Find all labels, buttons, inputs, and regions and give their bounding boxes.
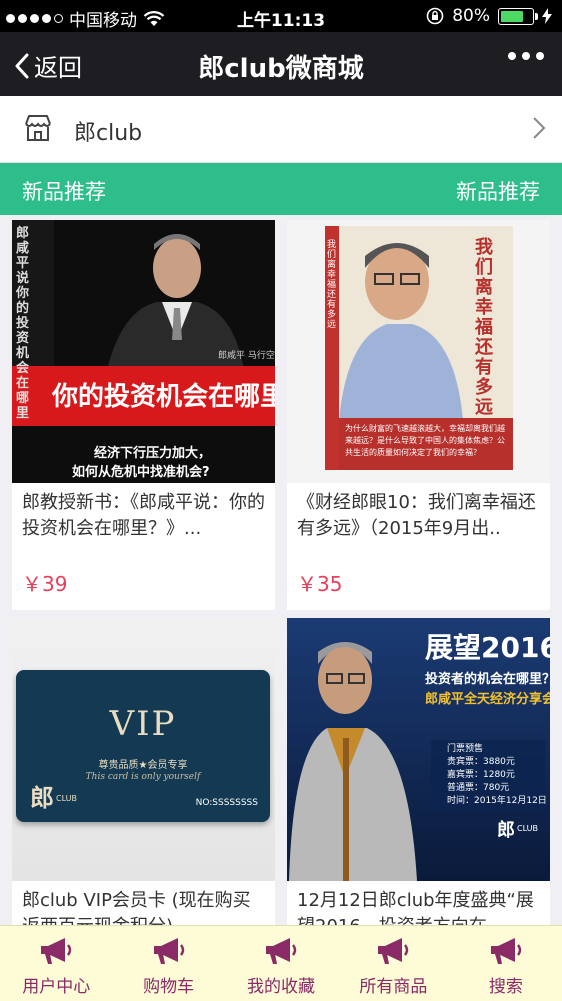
tab-label: 所有商品	[359, 977, 428, 997]
chevron-right-icon	[533, 117, 546, 139]
section-more-link[interactable]: 新品推荐	[456, 176, 540, 206]
battery-percent: 80%	[452, 6, 490, 26]
tab-cart[interactable]: 购物车	[112, 926, 224, 1001]
tab-favorites[interactable]: 我的收藏	[225, 926, 337, 1001]
book-cover-spine: 我们离幸福还有多远	[327, 240, 337, 330]
product-title: 郎club VIP会员卡 (现在购买返两百元现金积分)	[22, 890, 251, 925]
product-title: 《财经郎眼10：我们离幸福还有多远》（2015年9月出..	[297, 492, 536, 539]
tab-label: 用户中心	[22, 977, 91, 997]
bottom-tab-bar: 用户中心 购物车 我的收藏 所有商品 搜索	[0, 925, 562, 1001]
shop-name: 郎club	[74, 121, 143, 146]
event-logo-sub: CLUB	[517, 824, 538, 833]
book-line2: 如何从危机中找准机会?	[72, 465, 210, 480]
product-title: 郎教授新书：《郎咸平说：你的投资机会在哪里？》...	[22, 492, 265, 539]
book-line1: 经济下行压力加大，	[94, 446, 212, 461]
megaphone-icon	[266, 938, 297, 964]
book-blurb: 为什么财富的飞速越滚越大，幸福却离我们越来越远？是什么导致了中国人的集体焦虑？公…	[345, 424, 505, 457]
charging-icon	[542, 8, 552, 24]
product-image: 郎咸平说你的投资机会在哪里 郎咸平 马行空 你的投资机会在哪里 经济下行压力加大…	[12, 220, 275, 483]
tab-label: 我的收藏	[247, 977, 316, 997]
tab-all-products[interactable]: 所有商品	[337, 926, 449, 1001]
product-price: ￥39	[22, 572, 68, 596]
megaphone-icon	[153, 938, 184, 964]
battery-icon	[498, 7, 538, 25]
product-image: 展望2016 投资者的机会在哪里？ 郎咸平全天经济分享会 门票预售 贵宾票：38…	[287, 618, 550, 881]
megaphone-icon	[490, 938, 522, 964]
event-date: 时间：2015年12月12日	[447, 796, 547, 806]
ticket-regular: 普通票：780元	[447, 783, 510, 793]
product-image: 我们离幸福还有多远 我们离幸福还有多远 为什么财富的飞速越滚越大，幸福却离我们越…	[287, 220, 550, 483]
section-title: 新品推荐	[22, 180, 106, 204]
ticket-title: 门票预售	[447, 744, 484, 754]
tab-search[interactable]: 搜索	[450, 926, 562, 1001]
tab-user-center[interactable]: 用户中心	[0, 926, 112, 1001]
page-title: 郎club微商城	[198, 54, 364, 84]
ticket-guest: 嘉宾票：1280元	[447, 770, 515, 780]
book-authors: 郎咸平 马行空	[218, 351, 275, 361]
book-spine-text: 郎咸平说你的投资机会在哪里	[16, 226, 30, 421]
section-header: 新品推荐 新品推荐	[0, 163, 562, 215]
vip-card-image: VIP 尊贵品质★会员专享 This card is only yourself…	[16, 670, 270, 822]
event-sub2: 郎咸平全天经济分享会	[425, 692, 550, 707]
vip-tagline: 尊贵品质★会员专享	[98, 760, 188, 771]
book-banner: 你的投资机会在哪里	[52, 382, 275, 412]
product-image: VIP 尊贵品质★会员专享 This card is only yourself…	[12, 618, 275, 881]
product-card[interactable]: 展望2016 投资者的机会在哪里？ 郎咸平全天经济分享会 门票预售 贵宾票：38…	[287, 618, 550, 925]
status-bar: 中国移动 上午11:13 80%	[0, 0, 562, 32]
tab-label: 搜索	[488, 977, 523, 997]
product-card[interactable]: VIP 尊贵品质★会员专享 This card is only yourself…	[12, 618, 275, 925]
nav-bar: 返回 郎club微商城	[0, 32, 562, 96]
tab-label: 购物车	[143, 977, 195, 997]
event-logo: 郎	[497, 820, 515, 841]
product-card[interactable]: 郎咸平说你的投资机会在哪里 郎咸平 马行空 你的投资机会在哪里 经济下行压力加大…	[12, 220, 275, 610]
megaphone-icon	[378, 938, 409, 964]
ticket-vip: 贵宾票：3880元	[447, 757, 515, 767]
product-title: 12月12日郎club年度盛典“展望2016，投资者方向在	[297, 890, 534, 925]
vip-logo: 郎	[30, 784, 54, 812]
event-headline: 展望2016	[425, 631, 550, 664]
more-button[interactable]	[508, 52, 544, 60]
vip-number: NO:SSSSSSSS	[195, 798, 258, 808]
event-tickets: 门票预售 贵宾票：3880元 嘉宾票：1280元 普通票：780元 时间：201…	[447, 743, 547, 808]
product-price: ￥35	[297, 572, 343, 596]
vip-logo-sub: CLUB	[56, 794, 77, 803]
product-card[interactable]: 我们离幸福还有多远 我们离幸福还有多远 为什么财富的飞速越滚越大，幸福却离我们越…	[287, 220, 550, 610]
shop-row[interactable]: 郎club	[0, 96, 562, 163]
product-grid: 郎咸平说你的投资机会在哪里 郎咸平 马行空 你的投资机会在哪里 经济下行压力加大…	[0, 215, 562, 925]
vip-text: VIP	[109, 704, 177, 744]
megaphone-icon	[41, 938, 72, 964]
status-right: 80%	[426, 6, 552, 26]
vip-script: This card is only yourself	[85, 772, 201, 782]
more-dots-icon	[508, 52, 516, 60]
orientation-lock-icon	[426, 7, 444, 25]
event-sub1: 投资者的机会在哪里？	[425, 672, 550, 687]
store-icon	[25, 115, 51, 141]
book-cover-title: 我们离幸福还有多远	[475, 237, 493, 418]
